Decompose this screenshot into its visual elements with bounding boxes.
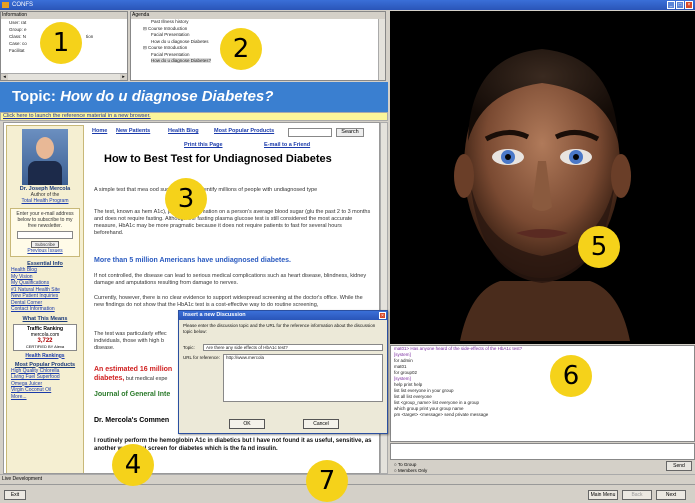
scroll-right-icon[interactable]: ▸	[120, 74, 127, 80]
virtual-patient-avatar	[390, 11, 695, 344]
topic-prefix: Topic:	[12, 88, 56, 105]
chat-line: pm <target> <message> send private messa…	[394, 412, 489, 417]
article-subheading-blue: More than 5 million Americans have undia…	[94, 257, 291, 264]
annotation-badge-7: 7	[306, 460, 348, 502]
dialog-close-icon[interactable]: ×	[379, 312, 386, 319]
newsletter-email-input[interactable]	[17, 231, 73, 239]
chat-log: mat01> Has anyone heard of the side-effe…	[390, 345, 695, 442]
bottom-toolbar: Exit Main Menu Back Next	[0, 484, 695, 503]
nav-new-patients[interactable]: New Patients	[116, 128, 150, 134]
nav-health-blog[interactable]: Health Blog	[168, 128, 199, 134]
launch-reference-link[interactable]: Click here to launch the reference mater…	[3, 113, 151, 119]
site-nav: Home New Patients Health Blog Most Popul…	[92, 128, 377, 138]
traffic-ranking-widget[interactable]: Traffic Ranking mercola.com 3,722 CERTIF…	[13, 323, 77, 351]
red-heading-line-1: An estimated 16 million	[94, 366, 173, 373]
email-friend-link[interactable]: E-mail to a Friend	[264, 142, 310, 148]
annotation-badge-2: 2	[220, 28, 262, 70]
exit-button[interactable]: Exit	[4, 490, 26, 500]
nav-home[interactable]: Home	[92, 128, 107, 134]
vertical-scrollbar[interactable]	[378, 19, 385, 80]
scroll-left-icon[interactable]: ◂	[1, 74, 8, 80]
red-heading-line-2: diabetes,	[94, 375, 125, 382]
dialog-title: Insert a new Discussion	[179, 311, 387, 320]
topic-field[interactable]: Are there any side effects of HbA1c test…	[203, 344, 383, 351]
app-icon	[2, 2, 9, 8]
url-label: URL for reference:	[183, 355, 220, 360]
subscribe-button[interactable]: Subscribe	[30, 241, 59, 248]
essential-info-link[interactable]: Contact Information	[7, 306, 83, 313]
annotation-badge-5: 5	[578, 226, 620, 268]
topic-label: Topic:	[183, 345, 195, 350]
agenda-item[interactable]: How do u diagnose Diabetes?	[141, 58, 385, 65]
commentary-heading: Dr. Mercola's Commen	[94, 417, 170, 424]
annotation-badge-1: 1	[40, 22, 82, 64]
cancel-button[interactable]: Cancel	[303, 419, 339, 429]
ok-button[interactable]: OK	[229, 419, 265, 429]
members-only-option[interactable]: ○ Members Only	[394, 468, 427, 473]
insert-discussion-dialog: Insert a new Discussion × Please enter t…	[178, 310, 388, 434]
chat-input[interactable]	[390, 443, 695, 460]
avatar-viewport	[390, 11, 695, 344]
window-titlebar: CONFS _ □ ×	[0, 0, 695, 10]
to-group-option[interactable]: ○ To Group	[394, 462, 416, 467]
sidebar: Dr. Joseph Mercola Author of the Total H…	[6, 125, 84, 473]
health-rankings-link[interactable]: Health Rankings	[7, 353, 83, 359]
newsletter-box: Enter your e-mail address below to subsc…	[10, 208, 80, 257]
nav-popular-products[interactable]: Most Popular Products	[214, 128, 274, 134]
launch-bar: Click here to launch the reference mater…	[0, 112, 388, 121]
url-field[interactable]: http://www.mercola	[223, 354, 383, 402]
alexa-badge: CERTIFIED BY Alexa	[25, 343, 65, 349]
live-development-label: Live Development	[2, 476, 43, 482]
what-this-means-heading: What This Means	[22, 315, 68, 322]
next-button[interactable]: Next	[656, 490, 686, 500]
main-menu-button[interactable]: Main Menu	[588, 490, 618, 500]
author-photo	[22, 129, 68, 185]
minimize-icon[interactable]: _	[667, 1, 675, 9]
chat-options: ○ To Group ○ Members Only	[390, 460, 695, 474]
journal-heading: Journal of General Inte	[94, 391, 171, 398]
window-title: CONFS	[12, 2, 33, 8]
article-paragraph-4: Currently, however, there is no clear ev…	[94, 295, 363, 308]
product-link[interactable]: More...	[7, 394, 83, 401]
site-search-input[interactable]	[288, 128, 332, 137]
program-link[interactable]: Total Health Program	[7, 198, 83, 204]
site-search-button[interactable]: Search	[336, 128, 364, 137]
information-header: Information	[1, 12, 127, 19]
article-paragraph-2: The test, known as hem A1c), provides in…	[94, 209, 371, 236]
agenda-header: Agenda	[131, 12, 385, 19]
newsletter-text: Enter your e-mail address below to subsc…	[16, 211, 74, 229]
back-button[interactable]: Back	[622, 490, 652, 500]
annotation-badge-6: 6	[550, 355, 592, 397]
previous-issues-link[interactable]: Previous Issues	[13, 248, 77, 254]
topic-title: How do u diagnose Diabetes?	[60, 88, 274, 105]
article-paragraph-1: A simple test that mea ood sugar may hel…	[94, 187, 318, 193]
red-heading-rest: but medical expe	[124, 376, 168, 382]
popular-products-heading: Most Popular Products	[14, 361, 76, 368]
horizontal-scrollbar[interactable]: ◂ ▸	[1, 73, 127, 80]
print-page-link[interactable]: Print this Page	[184, 142, 223, 148]
annotation-badge-4: 4	[112, 444, 154, 486]
close-icon[interactable]: ×	[685, 1, 693, 9]
dialog-prompt: Please enter the discussion topic and th…	[183, 323, 376, 334]
send-button[interactable]: Send	[666, 461, 692, 471]
article-title: How to Best Test for Undiagnosed Diabete…	[104, 153, 332, 165]
maximize-icon[interactable]: □	[676, 1, 684, 9]
annotation-badge-3: 3	[165, 178, 207, 220]
article-paragraph-3: If not controlled, the disease can lead …	[94, 273, 367, 286]
article-paragraph-5: The test was particularly effec individu…	[94, 331, 167, 351]
topic-bar: Topic: How do u diagnose Diabetes?	[0, 82, 388, 112]
